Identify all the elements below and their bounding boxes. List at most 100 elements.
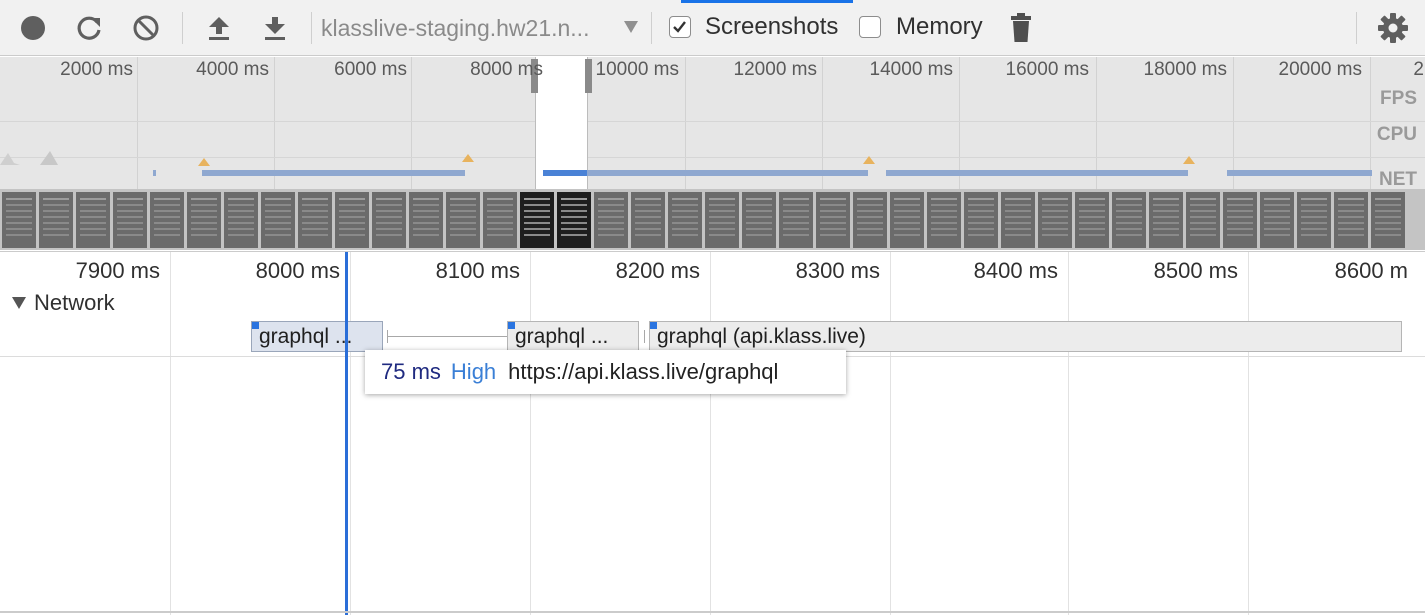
screenshot-frame[interactable]	[964, 192, 998, 248]
detail-tick: 8500 ms	[1153, 258, 1238, 283]
trash-icon	[1011, 13, 1031, 42]
screenshot-frame[interactable]	[594, 192, 628, 248]
cpu-activity-peak	[198, 158, 210, 166]
screenshot-frame[interactable]	[76, 192, 110, 248]
network-request-bar[interactable]: graphql ...	[507, 321, 639, 352]
screenshot-frame[interactable]	[39, 192, 73, 248]
gear-icon	[1378, 13, 1408, 43]
net-lane-label: NET	[1379, 169, 1417, 190]
screenshot-frame[interactable]	[113, 192, 147, 248]
overview-tick: 6000 ms	[334, 59, 407, 80]
network-track-header[interactable]: Network	[12, 290, 115, 316]
fps-lane-label: FPS	[1380, 88, 1417, 109]
screenshot-frame[interactable]	[446, 192, 480, 248]
screenshot-frame[interactable]	[1112, 192, 1146, 248]
screenshot-frame[interactable]	[1297, 192, 1331, 248]
screenshot-frame[interactable]	[335, 192, 369, 248]
screenshot-frame[interactable]	[927, 192, 961, 248]
screenshots-checkbox[interactable]	[669, 16, 691, 38]
net-activity-bar	[543, 170, 587, 176]
chevron-down-icon	[624, 21, 638, 33]
net-activity-bar	[1227, 170, 1372, 176]
collect-garbage-button[interactable]	[1003, 10, 1039, 46]
request-label: graphql (api.klass.live)	[657, 325, 866, 348]
screenshot-frame[interactable]	[224, 192, 258, 248]
upload-icon	[209, 17, 229, 40]
screenshot-frame[interactable]	[1075, 192, 1109, 248]
screenshot-frame[interactable]	[409, 192, 443, 248]
memory-checkbox[interactable]	[859, 16, 881, 38]
overview-tick: 14000 ms	[869, 59, 953, 80]
net-activity-bar	[153, 170, 156, 176]
network-track-title: Network	[34, 290, 115, 315]
screenshot-frame[interactable]	[372, 192, 406, 248]
tooltip-url: https://api.klass.live/graphql	[508, 359, 779, 384]
reload-button[interactable]	[71, 10, 107, 46]
screenshot-frame[interactable]	[520, 192, 554, 248]
screenshot-frame[interactable]	[890, 192, 924, 248]
detail-tick: 8300 ms	[795, 258, 880, 283]
tooltip-duration: 75 ms	[381, 359, 441, 384]
screenshot-frame[interactable]	[557, 192, 591, 248]
timeline-overview[interactable]: 2000 ms 4000 ms 6000 ms 8000 ms 10000 ms…	[0, 57, 1425, 250]
screenshot-frame[interactable]	[187, 192, 221, 248]
screenshot-frame[interactable]	[853, 192, 887, 248]
request-wait-start	[644, 330, 645, 343]
timeline-toolbar: klasslive-staging.hw21.n... Screenshots …	[0, 0, 1425, 56]
screenshot-frame[interactable]	[779, 192, 813, 248]
screenshot-frame[interactable]	[631, 192, 665, 248]
record-button[interactable]	[15, 10, 51, 46]
timeline-detail-view[interactable]: 7900 ms 8000 ms 8100 ms 8200 ms 8300 ms …	[0, 251, 1425, 615]
overview-tick: 2	[1413, 59, 1424, 80]
screenshot-frame[interactable]	[705, 192, 739, 248]
priority-marker	[508, 322, 515, 329]
net-activity-bar	[202, 170, 465, 176]
detail-tick: 8000 ms	[255, 258, 340, 283]
screenshot-frame[interactable]	[1371, 192, 1405, 248]
cpu-activity-peak	[863, 156, 875, 164]
overview-tick: 18000 ms	[1143, 59, 1227, 80]
screenshot-frame[interactable]	[1223, 192, 1257, 248]
priority-marker	[252, 322, 259, 329]
screenshot-frame[interactable]	[1149, 192, 1183, 248]
screenshot-frame[interactable]	[1334, 192, 1368, 248]
screenshot-frame[interactable]	[298, 192, 332, 248]
network-request-bar[interactable]: graphql (api.klass.live)	[649, 321, 1402, 352]
memory-label: Memory	[896, 13, 983, 40]
network-request-bar[interactable]: graphql ...	[251, 321, 383, 352]
cpu-activity-graph	[0, 151, 58, 165]
reload-icon	[77, 16, 101, 40]
overview-tick: 12000 ms	[733, 59, 817, 80]
screenshot-filmstrip[interactable]	[0, 189, 1425, 250]
screenshot-frame[interactable]	[150, 192, 184, 248]
screenshot-frame[interactable]	[668, 192, 702, 248]
save-profile-button[interactable]	[257, 10, 293, 46]
toolbar-divider	[182, 12, 183, 44]
screenshot-frame[interactable]	[1001, 192, 1035, 248]
detail-tick: 8100 ms	[435, 258, 520, 283]
load-profile-button[interactable]	[201, 10, 237, 46]
active-tab-indicator	[681, 0, 853, 3]
settings-button[interactable]	[1375, 10, 1411, 46]
screenshot-frame[interactable]	[1186, 192, 1220, 248]
screenshot-frame[interactable]	[816, 192, 850, 248]
clear-button[interactable]	[128, 10, 164, 46]
screenshot-frame[interactable]	[742, 192, 776, 248]
screenshot-frame[interactable]	[483, 192, 517, 248]
toolbar-divider	[651, 12, 652, 44]
screenshot-frame[interactable]	[1038, 192, 1072, 248]
request-label: graphql ...	[259, 325, 353, 348]
detail-tick: 8400 ms	[973, 258, 1058, 283]
cpu-lane-label: CPU	[1376, 124, 1417, 145]
record-icon	[21, 16, 45, 40]
profile-select[interactable]: klasslive-staging.hw21.n...	[312, 12, 644, 44]
cpu-activity-peak	[462, 154, 474, 162]
overview-tick: 4000 ms	[196, 59, 269, 80]
screenshot-frame[interactable]	[1260, 192, 1294, 248]
overview-tick: 10000 ms	[595, 59, 679, 80]
request-tooltip: 75 ms High https://api.klass.live/graphq…	[365, 350, 846, 394]
screenshot-frame[interactable]	[2, 192, 36, 248]
request-wait-line	[387, 336, 507, 337]
detail-tick: 8200 ms	[615, 258, 700, 283]
screenshot-frame[interactable]	[261, 192, 295, 248]
